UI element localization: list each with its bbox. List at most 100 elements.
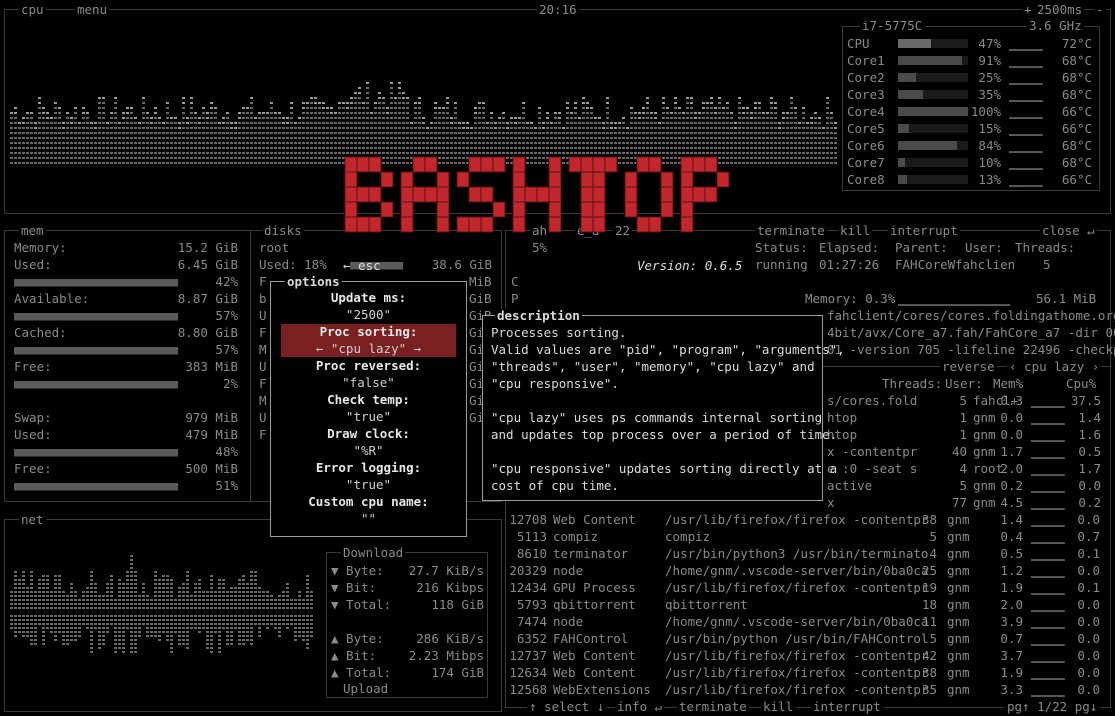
cpu-graph-cell bbox=[270, 162, 273, 164]
interval-minus[interactable]: - bbox=[1094, 3, 1106, 17]
process-row[interactable]: 20329 node/home/gnm/.vscode-server/bin/0b… bbox=[509, 562, 1109, 579]
net-graph-cell bbox=[206, 635, 209, 637]
net-graph-cell bbox=[58, 631, 61, 633]
cpu-graph-cell bbox=[226, 142, 229, 144]
option-value[interactable]: "true" bbox=[276, 477, 461, 492]
cpu-graph-cell bbox=[250, 97, 253, 99]
option-value[interactable]: "false" bbox=[276, 375, 461, 390]
net-graph-cell bbox=[22, 595, 25, 597]
cpu-graph-cell bbox=[78, 162, 81, 164]
process-row[interactable]: 12568 WebExtensions/usr/lib/firefox/firef… bbox=[509, 681, 1109, 698]
reverse-toggle[interactable]: reverse bbox=[940, 360, 997, 374]
cpu-graph-cell bbox=[250, 117, 253, 119]
process-row[interactable]: 5793 qbittorrent qbittorrent 18 gnm 2.0 ▁▁▁▁▁ 0… bbox=[509, 596, 1109, 613]
cpu-graph-cell bbox=[306, 122, 309, 124]
page-indicator[interactable]: pg↑ 1/22 pg↓ bbox=[1005, 700, 1100, 714]
cpu-graph-cell bbox=[742, 127, 745, 129]
cpu-graph-cell bbox=[42, 122, 45, 124]
process-row[interactable]: 5113 compiz compiz 5 gnm 0.4 ▁▁▁▁▁ 0.7 bbox=[509, 528, 1109, 545]
cpu-graph-cell bbox=[206, 132, 209, 134]
cpu-graph-cell bbox=[66, 122, 69, 124]
proc-args[interactable]: x -contentpr bbox=[827, 443, 917, 460]
net-graph-cell bbox=[74, 619, 77, 621]
cpu-graph-cell bbox=[182, 117, 185, 119]
footer-terminate-button[interactable]: terminate bbox=[677, 700, 749, 714]
cpu-graph-cell bbox=[238, 147, 241, 149]
process-row[interactable]: 12708 Web Content/usr/lib/firefox/firefox… bbox=[509, 511, 1109, 528]
cpu-graph-cell bbox=[26, 162, 29, 164]
interrupt-button[interactable]: interrupt bbox=[888, 224, 960, 238]
cpu-graph-cell bbox=[470, 127, 473, 129]
net-graph-cell bbox=[22, 623, 25, 625]
proc-args[interactable]: e :0 -seat s bbox=[827, 460, 917, 477]
proc-args[interactable]: x bbox=[827, 494, 835, 511]
net-graph-cell bbox=[30, 583, 33, 585]
esc-button[interactable]: ← esc bbox=[343, 257, 381, 274]
net-graph-cell bbox=[42, 607, 45, 609]
sort-selector[interactable]: ‹ cpu lazy › bbox=[1007, 360, 1102, 374]
option-value[interactable]: "true" bbox=[276, 409, 461, 424]
cpu-label[interactable]: cpu bbox=[19, 3, 46, 17]
cpu-graph-cell bbox=[822, 152, 825, 154]
option-value[interactable]: "2500" bbox=[276, 307, 461, 322]
close-button[interactable]: close ↵ bbox=[1040, 224, 1097, 238]
cpu-graph-cell bbox=[50, 122, 53, 124]
select-control[interactable]: ↑ select ↓ bbox=[527, 700, 607, 714]
cpu-graph-cell bbox=[826, 132, 829, 134]
cpu-graph-cell bbox=[310, 112, 313, 114]
cpu-header[interactable]: Cpu% bbox=[1066, 375, 1096, 392]
option-value[interactable]: "%R" bbox=[276, 443, 461, 458]
cpu-graph-cell bbox=[106, 162, 109, 164]
cpu-graph-cell bbox=[498, 117, 501, 119]
cpu-graph-cell bbox=[674, 112, 677, 114]
cpu-graph-cell bbox=[826, 97, 829, 99]
cpu-graph-cell bbox=[678, 112, 681, 114]
cpu-graph-cell bbox=[310, 107, 313, 109]
cpu-graph-cell bbox=[130, 157, 133, 159]
cpu-graph-cell bbox=[306, 132, 309, 134]
net-graph-cell bbox=[258, 607, 261, 609]
kill-button[interactable]: kill bbox=[838, 224, 873, 238]
cpu-graph-cell bbox=[18, 122, 21, 124]
menu-label[interactable]: menu bbox=[75, 3, 110, 17]
user-header[interactable]: User: bbox=[945, 375, 983, 392]
footer-kill-button[interactable]: kill bbox=[761, 700, 796, 714]
cpu-graph-cell bbox=[118, 127, 121, 129]
cpu-graph-cell bbox=[366, 142, 369, 144]
option-value[interactable]: "" bbox=[276, 511, 461, 526]
proc-cpu-graph: ▁▁▁▁▁ bbox=[1031, 461, 1065, 476]
process-row[interactable]: 12737 Web Content/usr/lib/firefox/firefox… bbox=[509, 647, 1109, 664]
cpu-graph-cell bbox=[694, 142, 697, 144]
cpu-graph-cell bbox=[714, 142, 717, 144]
process-row[interactable]: 6352 FAHControl/usr/bin/python /usr/bin/F… bbox=[509, 630, 1109, 647]
mem-label[interactable]: mem bbox=[19, 224, 46, 238]
cpu-graph-cell bbox=[634, 127, 637, 129]
info-button[interactable]: info ↵ bbox=[615, 700, 665, 714]
proc-args[interactable]: active bbox=[827, 477, 872, 494]
cpu-graph-cell bbox=[770, 117, 773, 119]
cpu-graph-cell bbox=[62, 152, 65, 154]
cpu-graph-cell bbox=[706, 142, 709, 144]
footer-interrupt-button[interactable]: interrupt bbox=[811, 700, 883, 714]
proc-args[interactable]: htop bbox=[827, 409, 857, 426]
threads-header[interactable]: Threads: bbox=[882, 375, 942, 392]
net-graph-cell bbox=[54, 591, 57, 593]
cpu-graph-cell bbox=[362, 102, 365, 104]
cpu-graph-cell bbox=[458, 147, 461, 149]
cpu-graph-cell bbox=[182, 142, 185, 144]
process-row[interactable]: 8610 terminator/usr/bin/python3 /usr/bin/… bbox=[509, 545, 1109, 562]
process-row[interactable]: 7474 node/home/gnm/.vscode-server/bin/0ba… bbox=[509, 613, 1109, 630]
net-graph-cell bbox=[130, 559, 133, 561]
disks-label[interactable]: disks bbox=[262, 224, 304, 238]
mem-header[interactable]: Mem% bbox=[993, 375, 1023, 392]
cpu-graph-cell bbox=[258, 147, 261, 149]
proc-args[interactable]: s/cores.fold bbox=[827, 392, 917, 409]
process-row[interactable]: 12634 Web Content/usr/lib/firefox/firefox… bbox=[509, 664, 1109, 681]
logo-block bbox=[624, 186, 638, 203]
process-row[interactable]: 12434 GPU Process/usr/lib/firefox/firefox… bbox=[509, 579, 1109, 596]
option-value[interactable]: ← "cpu lazy" → bbox=[276, 341, 461, 356]
cpu-graph-cell bbox=[802, 117, 805, 119]
cpu-graph-cell bbox=[430, 142, 433, 144]
terminate-button[interactable]: terminate bbox=[755, 224, 827, 238]
interval-plus[interactable]: + bbox=[1022, 3, 1034, 17]
